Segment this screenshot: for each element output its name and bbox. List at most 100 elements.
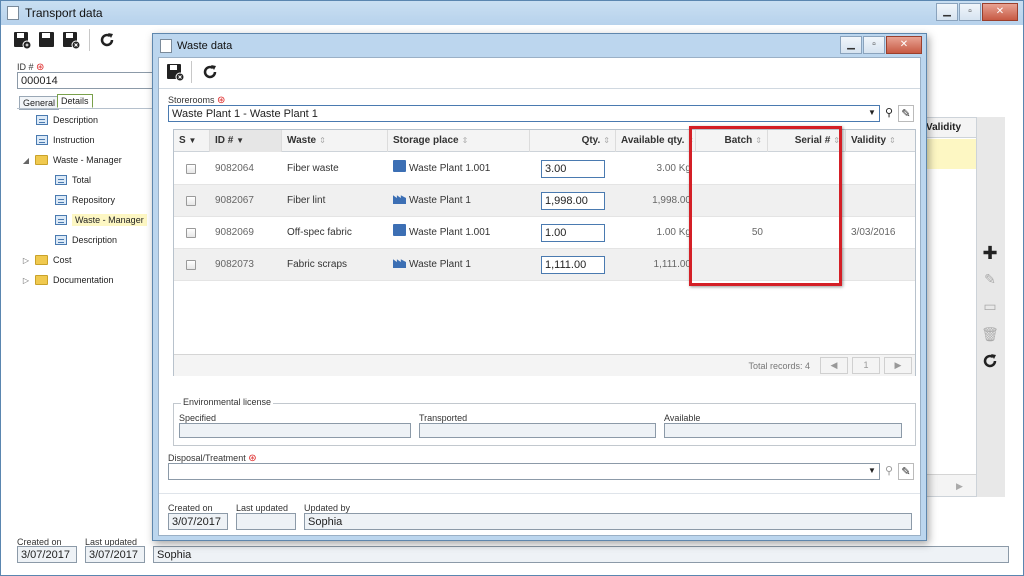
tree-item-repository[interactable]: Repository [55,190,115,210]
document-icon [55,235,67,245]
qty-input[interactable]: 3.00 [541,160,605,178]
side-refresh-button[interactable] [979,350,1001,372]
tree-item-instruction[interactable]: Instruction [36,130,95,150]
tree-item-documentation[interactable]: ▷ Documentation [21,270,114,290]
tree-item-cost[interactable]: ▷ Cost [21,250,72,270]
refresh-button[interactable] [96,29,118,51]
binoculars-icon[interactable]: ⚲ [881,105,897,122]
save-close-button[interactable] [60,29,82,51]
refresh-icon [983,354,997,368]
row-id: 9082073 [215,259,254,270]
created-on-field: 3/07/2017 [17,546,77,563]
row-validity: 3/03/2016 [851,227,896,238]
footer-divider [159,493,920,494]
toolbar-divider [159,88,920,89]
row-available-qty: 1,111.00 [653,259,691,270]
chevron-down-icon[interactable]: ▼ [868,466,876,475]
id-field[interactable]: 000014 [17,72,157,89]
column-header-available-qty[interactable]: Available qty. ⇕ [616,130,696,152]
minimize-button[interactable]: ▁ [936,3,958,21]
waste-data-dialog: Waste data ▁ ▫ ✕ Storerooms ⊛ Waste Plan… [152,33,927,541]
row-available-qty: 1,998.00 [652,195,691,206]
save-close-icon [63,32,80,49]
dialog-created-on-field: 3/07/2017 [168,513,228,530]
transported-label: Transported [419,413,468,423]
window-titlebar: Transport data ▁ ▫ ✕ [1,1,1023,25]
tree-item-waste-manager[interactable]: Waste - Manager [55,210,147,230]
tree-item-total[interactable]: Total [55,170,91,190]
disposal-treatment-select[interactable] [168,463,880,480]
qty-input[interactable]: 1.00 [541,224,605,242]
dialog-last-updated-label: Last updated [236,503,289,513]
dialog-refresh-button[interactable] [199,61,221,83]
next-page-button[interactable]: ▶ [884,357,912,374]
tree-item-description[interactable]: Description [36,110,98,130]
prev-page-button[interactable]: ◀ [820,357,848,374]
dialog-minimize-button[interactable]: ▁ [840,36,862,54]
row-storage-place: Waste Plant 1 [388,185,530,217]
row-checkbox[interactable] [186,249,196,270]
tree-item-description-sub[interactable]: Description [55,230,117,250]
column-header-s[interactable]: S ▼ [174,130,210,152]
dialog-save-close-button[interactable] [164,61,186,83]
row-available-qty: 1.00 Kg [656,227,691,238]
tab-details[interactable]: Details [57,94,93,108]
specified-label: Specified [179,413,217,423]
dialog-maximize-button[interactable]: ▫ [863,36,885,54]
qty-input[interactable]: 1,998.00 [541,192,605,210]
column-header-qty[interactable]: Qty. ⇕ [530,130,616,152]
row-checkbox[interactable] [186,153,196,174]
refresh-icon [100,33,114,47]
column-header-waste[interactable]: Waste ⇕ [282,130,388,152]
row-id: 9082069 [215,227,254,238]
maximize-button[interactable]: ▫ [959,3,981,21]
tree-item-waste-manager-folder[interactable]: ◢ Waste - Manager [21,150,122,170]
clear-brush-icon[interactable]: ✎ [898,463,914,480]
save-icon [39,32,54,47]
row-storage-place: Waste Plant 1.001 [388,217,530,249]
row-checkbox[interactable] [186,185,196,206]
document-icon [160,39,172,53]
save-close-icon [167,64,184,81]
row-available-qty: 3.00 Kg [656,163,691,174]
expanded-arrow-icon[interactable]: ◢ [21,156,31,165]
validity-column-header[interactable]: Validity [922,118,976,138]
plus-icon: ✚ [982,242,998,263]
toolbar-separator [191,61,192,83]
save-new-icon [14,32,31,49]
dialog-close-button[interactable]: ✕ [886,36,922,54]
save-new-button[interactable] [11,29,33,51]
clear-brush-icon[interactable]: ✎ [898,105,914,122]
grid-footer: Total records: 4 ◀ 1 ▶ [174,354,915,376]
page-number[interactable]: 1 [852,357,880,374]
chevron-down-icon[interactable]: ▼ [868,108,876,117]
next-page-icon[interactable]: ▶ [922,474,976,496]
view-button[interactable]: ▭ [979,295,1001,317]
collapsed-arrow-icon[interactable]: ▷ [21,276,31,285]
document-icon [7,6,19,20]
row-checkbox[interactable] [186,217,196,238]
add-button[interactable]: ✚ [979,242,1001,264]
selected-row[interactable] [922,139,976,169]
pencil-icon: ✎ [984,270,996,287]
collapsed-arrow-icon[interactable]: ▷ [21,256,31,265]
storerooms-select[interactable]: Waste Plant 1 - Waste Plant 1 [168,105,880,122]
factory-icon [393,259,406,268]
binoculars-icon[interactable]: ⚲ [881,463,897,480]
background-grid: Validity ▶ [921,117,977,497]
window-title: Transport data [25,6,103,20]
qty-input[interactable]: 1,111.00 [541,256,605,274]
delete-button[interactable]: 🗑 [979,323,1001,345]
folder-open-icon [35,155,48,165]
toolbar-separator [89,29,90,51]
column-header-id[interactable]: ID # ▼ [210,130,282,152]
row-storage-place: Waste Plant 1 [388,249,530,281]
edit-button[interactable]: ✎ [979,268,1001,290]
save-button[interactable] [36,29,58,51]
refresh-icon [203,65,217,79]
column-header-storage-place[interactable]: Storage place ⇕ [388,130,530,152]
column-header-validity[interactable]: Validity ⇕ [846,130,915,152]
total-records: Total records: 4 [748,361,810,371]
close-button[interactable]: ✕ [982,3,1018,21]
prev-page-icon: ◀ [830,360,838,370]
